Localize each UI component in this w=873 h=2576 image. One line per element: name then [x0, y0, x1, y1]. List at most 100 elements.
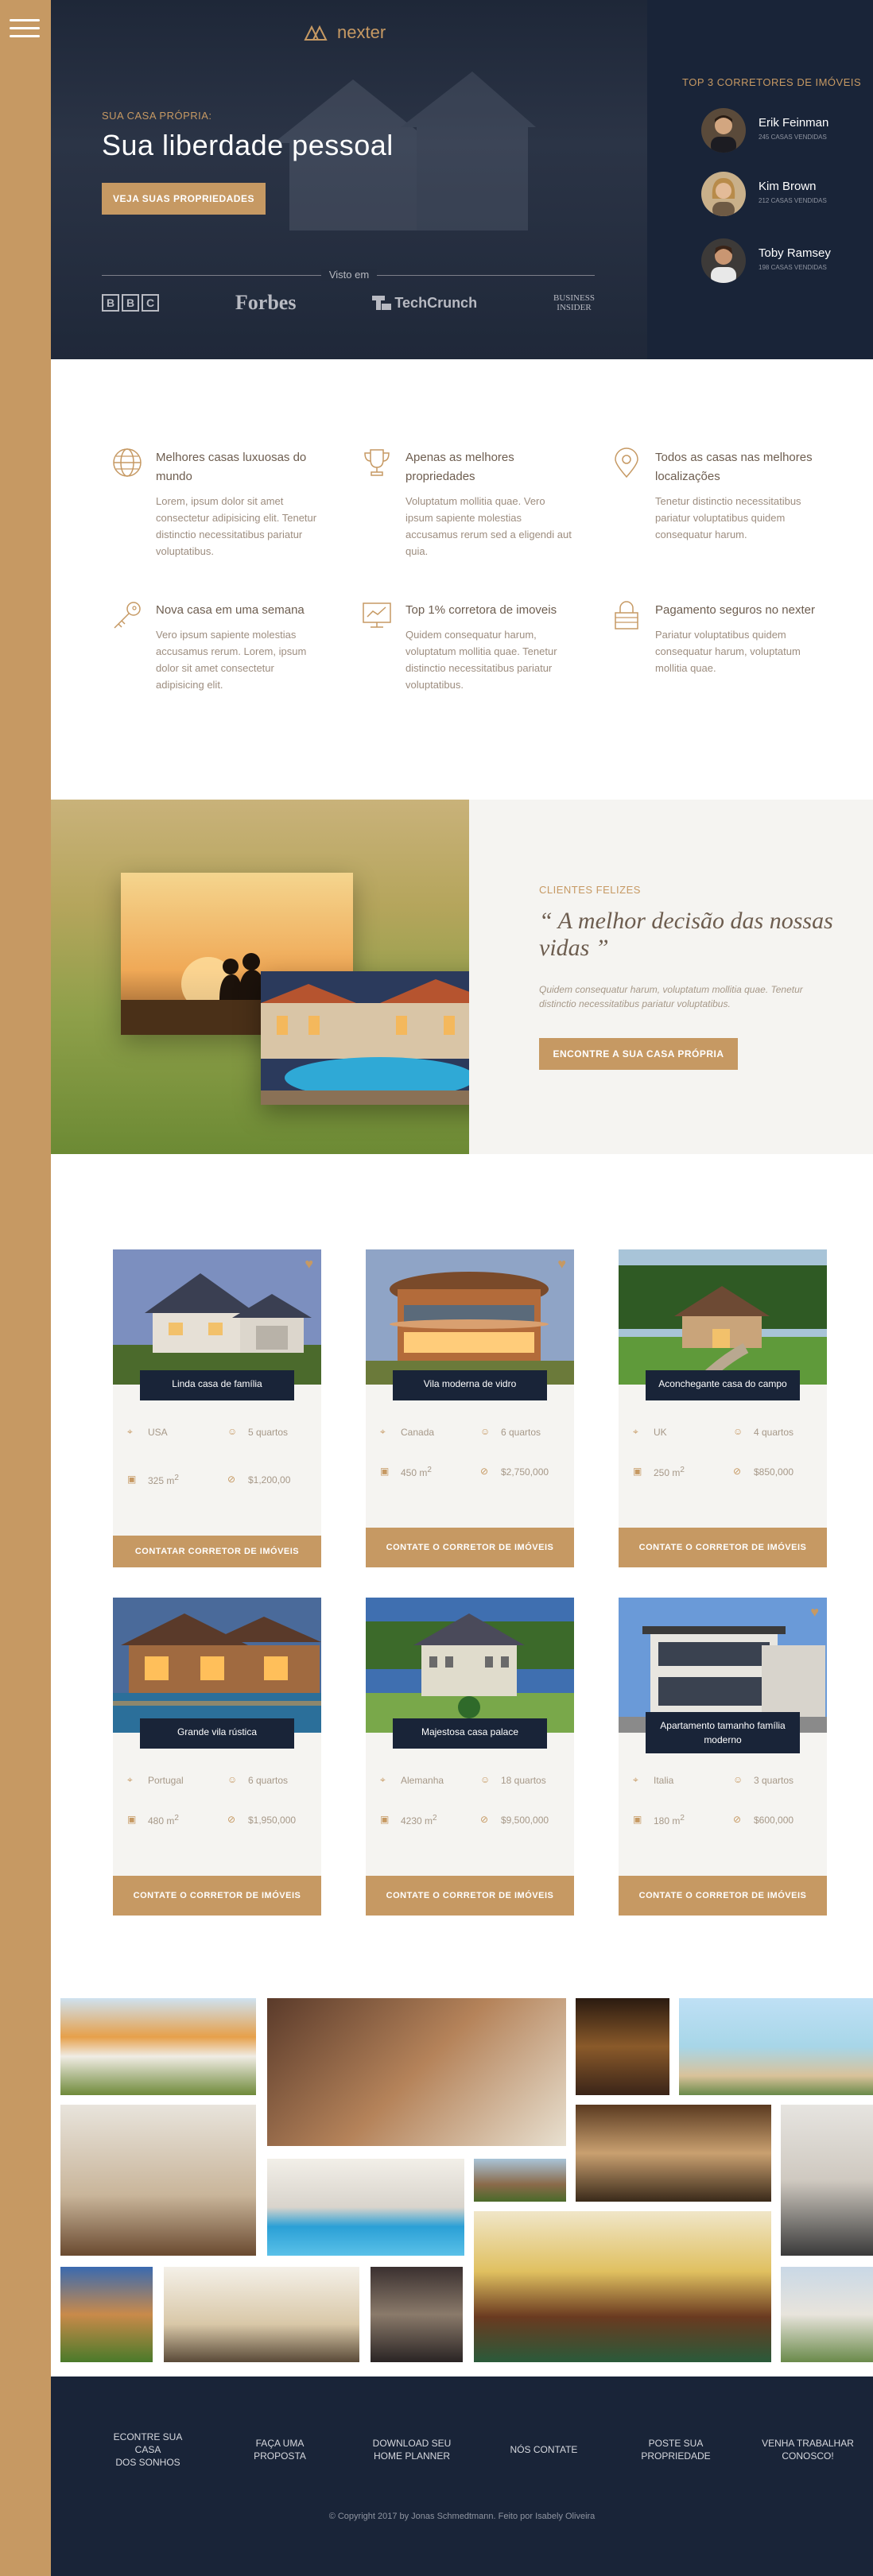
copyright: © Copyright 2017 by Jonas Schmedtmann. F… [328, 2512, 596, 2521]
sidebar [0, 0, 51, 2576]
feature-title: Top 1% corretora de imoveis [405, 603, 557, 617]
story-text: Quidem consequatur harum, voluptatum mol… [539, 984, 803, 1009]
realtor-sold: 198 CASAS VENDIDAS [759, 264, 827, 271]
realtor-name: Erik Feinman [759, 116, 829, 130]
footer-link[interactable]: NÓS CONTATE [496, 2435, 592, 2464]
favorite-heart-icon[interactable]: ♥ [305, 1256, 313, 1273]
gallery-image[interactable] [267, 2159, 464, 2256]
feature-text: Tenetur distinctio necessitatibus pariat… [655, 495, 801, 540]
map-pin-icon [615, 447, 638, 478]
features-section: Melhores casas luxuosas do mundo Lorem, … [51, 359, 873, 800]
hero-subtitle: SUA CASA PRÓPRIA: [102, 110, 212, 122]
gallery-image[interactable] [781, 2267, 873, 2362]
contact-realtor-button[interactable]: CONTATE O CORRETOR DE IMÓVEIS [619, 1528, 827, 1567]
map-pin-icon: ⌖ [127, 1426, 133, 1437]
map-pin-icon: ⌖ [380, 1426, 386, 1437]
area-icon: ▣ [633, 1466, 642, 1477]
footer-link[interactable]: VENHA TRABALHAR CONOSCO! [760, 2435, 856, 2464]
footer-link[interactable]: DOWNLOAD SEU HOME PLANNER [364, 2435, 460, 2464]
gallery-image[interactable] [781, 2105, 873, 2256]
map-pin-icon: ⌖ [127, 1774, 133, 1785]
gallery-image[interactable] [474, 2159, 566, 2202]
hamburger-icon[interactable] [10, 16, 40, 40]
gallery-image[interactable] [267, 1998, 566, 2146]
home-info-row: ▣ 180 m2 ⊘ $600,000 [633, 1814, 794, 1826]
villa-pool-photo [261, 971, 469, 1105]
user-icon: ☺ [480, 1774, 491, 1785]
gallery-image[interactable] [60, 2105, 256, 2256]
home-photo [366, 1598, 574, 1733]
home-info-row: ⌖ Alemanha ☺ 18 quartos [380, 1774, 546, 1786]
story-quote: “ A melhor decisão das nossas vidas ” [539, 908, 833, 961]
contact-realtor-button[interactable]: CONTATE O CORRETOR DE IMÓVEIS [366, 1876, 574, 1916]
footer-link[interactable]: POSTE SUA PROPRIEDADE [628, 2435, 724, 2464]
home-photo [366, 1249, 574, 1385]
map-pin-icon: ⌖ [633, 1426, 638, 1437]
home-card: Majestosa casa palace ⌖ Alemanha ☺ 18 quar… [366, 1598, 574, 1916]
price-tag-icon: ⊘ [733, 1814, 742, 1825]
home-card: ♥ Linda casa de família ⌖ USA ☺ 5 quartos … [113, 1249, 321, 1567]
view-properties-button[interactable]: VEJA SUAS PROPRIEDADES [102, 183, 266, 215]
gallery-image[interactable] [576, 2105, 771, 2202]
user-icon: ☺ [227, 1426, 238, 1437]
realtor-card[interactable]: Kim Brown 212 CASAS VENDIDAS [701, 172, 868, 219]
find-home-button[interactable]: ENCONTRE A SUA CASA PRÓPRIA [539, 1038, 738, 1070]
hero: nexter SUA CASA PRÓPRIA: Sua liberdade p… [51, 0, 647, 359]
home-photo [113, 1249, 321, 1385]
gallery-image[interactable] [164, 2267, 359, 2362]
gallery-image[interactable] [679, 1998, 873, 2095]
gallery-image[interactable] [60, 1998, 256, 2095]
price-tag-icon: ⊘ [733, 1466, 742, 1477]
realtor-name: Toby Ramsey [759, 246, 831, 260]
feature-title: Todos as casas nas melhores localizações [655, 451, 813, 483]
home-name: Linda casa de família [140, 1370, 294, 1400]
bbc-logo: BBC [102, 294, 159, 312]
techcrunch-logo: TechCrunch [372, 295, 477, 312]
contact-realtor-button[interactable]: CONTATE O CORRETOR DE IMÓVEIS [113, 1876, 321, 1916]
forbes-logo: Forbes [235, 291, 297, 314]
realtor-name: Kim Brown [759, 180, 817, 193]
area-icon: ▣ [380, 1814, 390, 1825]
nexter-logo[interactable]: nexter [304, 22, 386, 43]
footer-link[interactable]: FAÇA UMA PROPOSTA [232, 2435, 328, 2464]
map-pin-icon: ⌖ [633, 1774, 638, 1785]
feature-title: Nova casa em uma semana [156, 603, 305, 617]
home-info-row: ▣ 325 m2 ⊘ $1,200,00 [127, 1474, 291, 1486]
footer-link[interactable]: ECONTRE SUA CASA DOS SONHOS [100, 2431, 196, 2468]
home-card: Grande vila rústica ⌖ Portugal ☺ 6 quartos… [113, 1598, 321, 1916]
contact-realtor-button[interactable]: CONTATAR CORRETOR DE IMÓVEIS [113, 1536, 321, 1567]
contact-realtor-button[interactable]: CONTATE O CORRETOR DE IMÓVEIS [366, 1528, 574, 1567]
realtors-heading: TOP 3 CORRETORES DE IMÓVEIS [682, 76, 862, 88]
avatar [701, 238, 746, 283]
realtor-sold: 245 CASAS VENDIDAS [759, 134, 827, 141]
price-tag-icon: ⊘ [227, 1474, 236, 1485]
chart-icon [363, 602, 391, 628]
footer: ECONTRE SUA CASA DOS SONHOS FAÇA UMA PROPO… [51, 2377, 873, 2576]
home-info-row: ▣ 250 m2 ⊘ $850,000 [633, 1466, 794, 1478]
home-info-row: ⌖ Canada ☺ 6 quartos [380, 1426, 541, 1438]
home-info-row: ⌖ Portugal ☺ 6 quartos [127, 1774, 289, 1786]
story-pictures [51, 800, 469, 1154]
home-info-row: ▣ 480 m2 ⊘ $1,950,000 [127, 1814, 297, 1826]
area-icon: ▣ [633, 1814, 642, 1825]
globe-icon [113, 448, 142, 477]
contact-realtor-button[interactable]: CONTATE O CORRETOR DE IMÓVEIS [619, 1876, 827, 1916]
home-info-row: ▣ 4230 m2 ⊘ $9,500,000 [380, 1814, 549, 1826]
gallery-image[interactable] [60, 2267, 153, 2362]
area-icon: ▣ [380, 1466, 390, 1477]
gallery-image[interactable] [371, 2267, 463, 2362]
favorite-heart-icon[interactable]: ♥ [557, 1256, 566, 1273]
lock-icon [615, 601, 638, 629]
home-card: ♥ Vila moderna de vidro ⌖ Canada ☺ 6 quart… [366, 1249, 574, 1567]
story-eyebrow: CLIENTES FELIZES [539, 884, 641, 896]
realtor-card[interactable]: Toby Ramsey 198 CASAS VENDIDAS [701, 238, 868, 286]
gallery-image[interactable] [474, 2211, 771, 2362]
avatar [701, 172, 746, 216]
feature-text: Voluptatum mollitia quae. Vero ipsum sap… [405, 495, 572, 557]
feature-title: Pagamento seguros no nexter [655, 603, 815, 617]
home-photo [113, 1598, 321, 1733]
techcrunch-icon [372, 296, 392, 310]
gallery-image[interactable] [576, 1998, 669, 2095]
realtor-card[interactable]: Erik Feinman 245 CASAS VENDIDAS [701, 108, 868, 156]
favorite-heart-icon[interactable]: ♥ [810, 1604, 819, 1621]
